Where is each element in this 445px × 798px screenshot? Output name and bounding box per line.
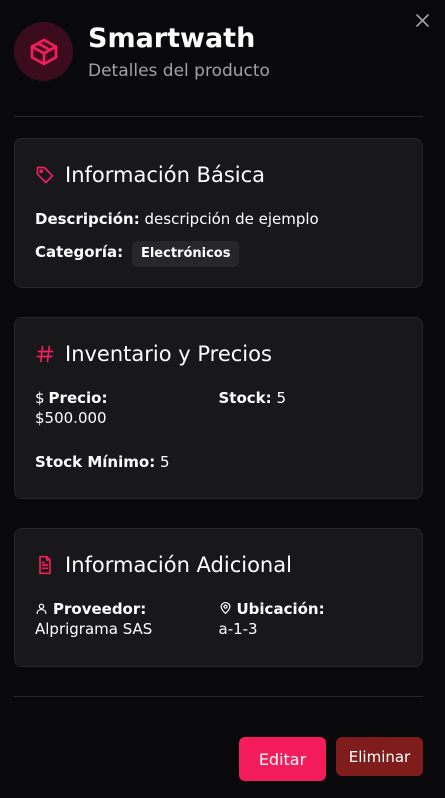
delete-button[interactable]: Eliminar bbox=[336, 737, 423, 776]
location-value: a-1-3 bbox=[218, 620, 258, 638]
product-subtitle: Detalles del producto bbox=[88, 61, 270, 81]
hash-icon bbox=[36, 345, 54, 363]
category-label: Categoría: bbox=[35, 243, 124, 261]
description-value: descripción de ejemplo bbox=[144, 210, 319, 228]
stock-label: Stock: bbox=[218, 389, 272, 407]
product-header: Smartwath Detalles del producto bbox=[14, 22, 431, 81]
package-icon bbox=[30, 38, 57, 65]
basic-info-title: Información Básica bbox=[65, 163, 266, 187]
inventory-card: Inventario y Precios $ Precio: $500.000 S… bbox=[14, 317, 423, 499]
supplier-value: Alprigrama SAS bbox=[35, 620, 153, 638]
user-icon bbox=[36, 603, 47, 614]
dollar-icon: $ bbox=[35, 389, 45, 407]
edit-button[interactable]: Editar bbox=[239, 737, 326, 781]
additional-info-card: Información Adicional Proveedor: Alprigr… bbox=[14, 528, 423, 667]
description-label: Descripción: bbox=[35, 210, 140, 228]
price-label: Precio: bbox=[48, 389, 108, 407]
product-avatar bbox=[14, 22, 73, 81]
stock-value: 5 bbox=[276, 389, 286, 407]
location-label: Ubicación: bbox=[236, 600, 325, 618]
basic-info-card: Información Básica Descripción: descripc… bbox=[14, 138, 423, 288]
header-divider bbox=[14, 116, 423, 117]
price-value: $500.000 bbox=[35, 409, 107, 427]
file-text-icon bbox=[39, 555, 51, 575]
additional-info-title: Información Adicional bbox=[65, 553, 292, 577]
category-badge: Electrónicos bbox=[131, 241, 240, 267]
footer-divider bbox=[14, 696, 423, 697]
min-stock-label: Stock Mínimo: bbox=[35, 453, 156, 471]
inventory-title: Inventario y Precios bbox=[65, 342, 272, 366]
tag-icon bbox=[36, 166, 54, 184]
supplier-label: Proveedor: bbox=[53, 600, 147, 618]
map-pin-icon bbox=[220, 601, 230, 615]
min-stock-value: 5 bbox=[159, 453, 170, 471]
product-title: Smartwath bbox=[88, 23, 256, 54]
